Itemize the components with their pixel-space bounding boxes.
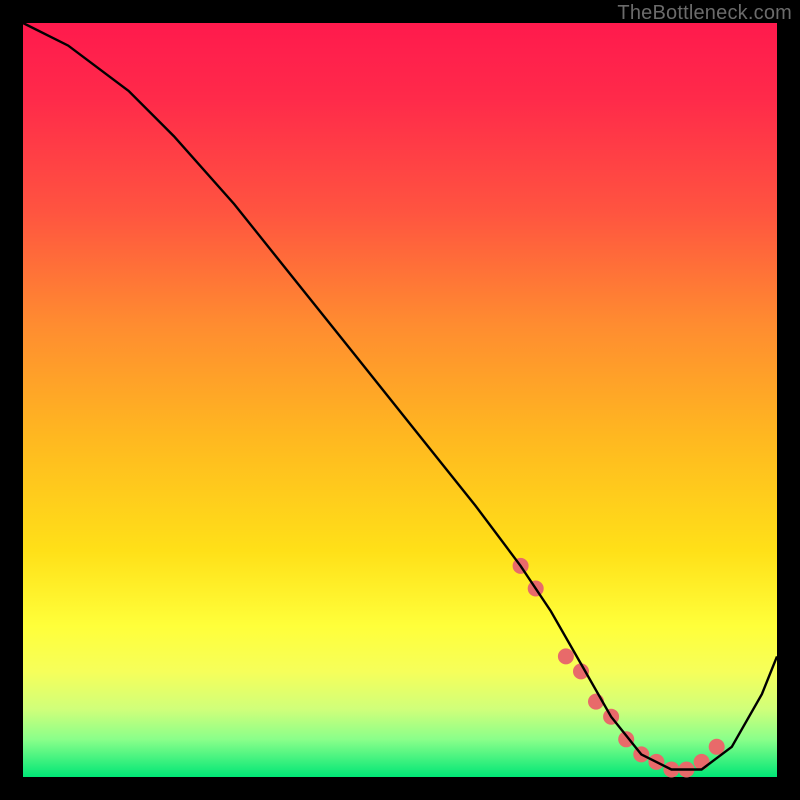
chart-plot-area bbox=[23, 23, 777, 777]
series-curve bbox=[23, 23, 777, 770]
watermark-label: TheBottleneck.com bbox=[617, 2, 792, 25]
marker-group bbox=[513, 558, 725, 778]
highlight-dot bbox=[558, 648, 574, 664]
chart-svg bbox=[23, 23, 777, 777]
highlight-dot bbox=[694, 754, 710, 770]
highlight-dot bbox=[709, 739, 725, 755]
